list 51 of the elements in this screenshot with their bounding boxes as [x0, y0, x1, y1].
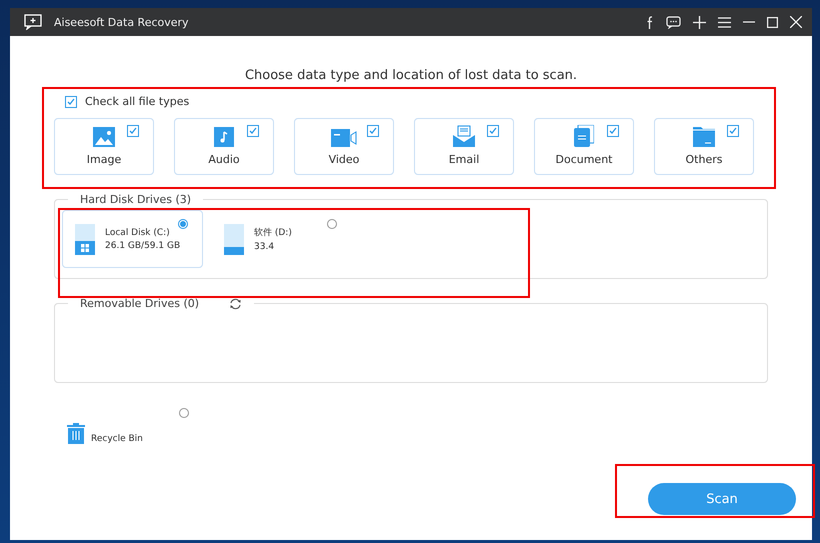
checkbox[interactable]: [127, 125, 139, 137]
drive-size: 33.4: [254, 242, 276, 252]
checkbox[interactable]: [65, 96, 77, 108]
chat-icon[interactable]: [666, 16, 681, 28]
checkbox[interactable]: [367, 125, 379, 137]
menu-icon[interactable]: [718, 16, 731, 28]
file-type-tile[interactable]: Document: [534, 118, 634, 175]
window-title: Aiseesoft Data Recovery: [54, 16, 190, 28]
checkbox[interactable]: [247, 125, 259, 137]
checkbox[interactable]: [487, 125, 499, 137]
refresh-icon[interactable]: [229, 298, 242, 310]
folder-icon: [693, 127, 715, 147]
radio-button[interactable]: [179, 408, 189, 418]
image-icon: [93, 127, 115, 147]
file-type-tile[interactable]: Audio: [174, 118, 274, 175]
close-icon[interactable]: [790, 16, 802, 28]
plus-icon[interactable]: [693, 16, 706, 28]
drive-card[interactable]: 软件 (D:) 33.4: [211, 210, 352, 268]
file-type-label: Video: [328, 153, 360, 166]
radio-button[interactable]: [327, 219, 337, 229]
file-type-tile[interactable]: Email: [414, 118, 514, 175]
trash-icon: [67, 422, 85, 444]
group-label: Removable Drives (0): [80, 297, 200, 310]
drive-card[interactable]: Local Disk (C:) 26.1 GB/59.1 GB: [62, 210, 203, 268]
monitor-plus-icon: [24, 14, 42, 30]
file-type-label: Document: [556, 153, 612, 166]
video-camera-icon: [331, 129, 357, 147]
file-type-tile[interactable]: Image: [54, 118, 154, 175]
file-type-label: Audio: [208, 153, 240, 166]
check-all-label: Check all file types: [85, 95, 190, 108]
file-type-label: Image: [86, 153, 122, 166]
drive-icon: [224, 224, 244, 254]
document-icon: [574, 125, 594, 147]
file-type-label: Email: [448, 153, 480, 166]
recycle-bin-label: Recycle Bin: [91, 434, 143, 444]
envelope-icon: [453, 125, 475, 147]
radio-button[interactable]: [178, 219, 188, 229]
file-type-tile[interactable]: Video: [294, 118, 394, 175]
checkbox[interactable]: [727, 125, 739, 137]
music-note-icon: [214, 127, 234, 147]
file-type-label: Others: [686, 153, 722, 166]
file-type-tile[interactable]: Others: [654, 118, 754, 175]
checkbox[interactable]: [607, 125, 619, 137]
drive-name: 软件 (D:): [254, 226, 292, 239]
facebook-icon[interactable]: [646, 16, 654, 28]
group-label: Hard Disk Drives (3): [80, 193, 192, 206]
drive-name: Local Disk (C:): [105, 228, 171, 238]
heading: Choose data type and location of lost data to scan.: [244, 68, 578, 83]
minimize-icon[interactable]: [743, 21, 755, 23]
drive-size: 26.1 GB/59.1 GB: [105, 240, 180, 250]
maximize-icon[interactable]: [767, 16, 778, 28]
